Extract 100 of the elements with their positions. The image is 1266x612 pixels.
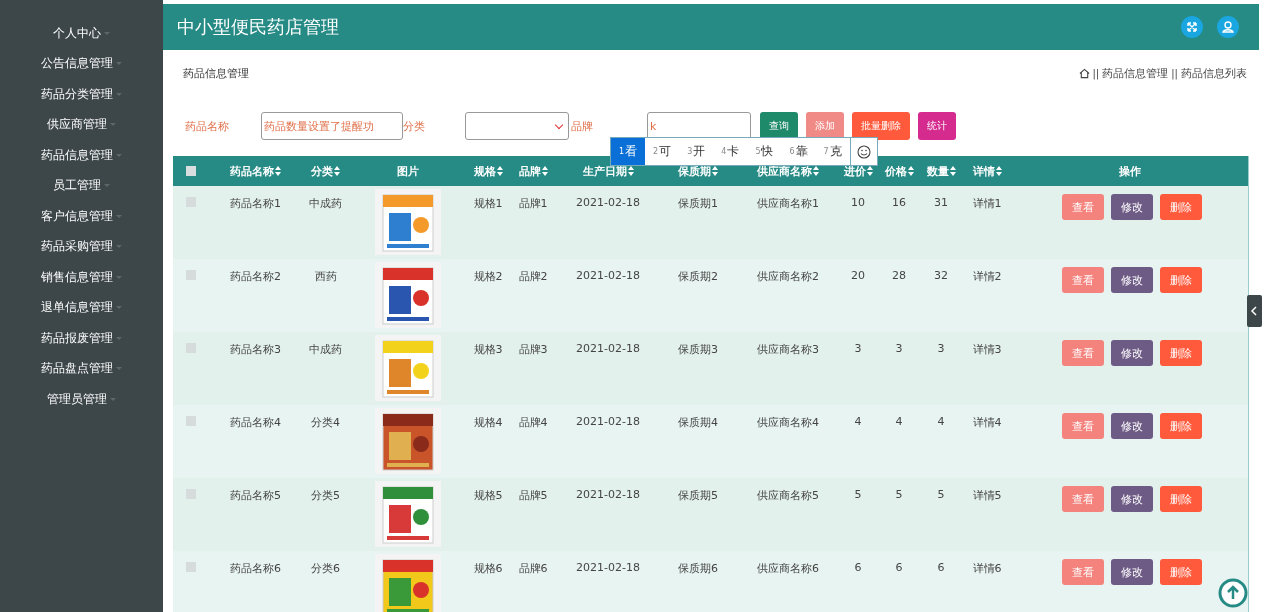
action-button[interactable]: 查看 xyxy=(1062,486,1104,512)
caret-icon xyxy=(116,275,122,279)
action-button[interactable]: 修改 xyxy=(1111,486,1153,512)
sidebar-item[interactable]: 个人中心 xyxy=(53,24,101,42)
caret-icon xyxy=(116,306,122,310)
sort-icon[interactable] xyxy=(907,166,914,176)
sidebar-item[interactable]: 药品分类管理 xyxy=(41,85,113,103)
sidebar-item[interactable]: 药品报废管理 xyxy=(41,329,113,347)
table-cell-text: 分类4 xyxy=(311,415,340,430)
ime-candidate[interactable]: 6 靠 xyxy=(781,138,816,165)
sidebar-item[interactable]: 公告信息管理 xyxy=(41,55,113,73)
table-cell-text: 3 xyxy=(854,341,862,355)
caret-icon xyxy=(116,214,122,218)
action-button[interactable]: 删除 xyxy=(1160,194,1202,220)
sort-icon[interactable] xyxy=(949,166,956,176)
action-button[interactable]: 删除 xyxy=(1160,413,1202,439)
row-checkbox[interactable] xyxy=(185,270,196,280)
column-header[interactable]: 药品名称 xyxy=(230,163,274,179)
caret-icon xyxy=(116,62,122,66)
sidebar-item[interactable]: 管理员管理 xyxy=(47,390,107,408)
action-button[interactable]: 删除 xyxy=(1160,340,1202,366)
input-field[interactable]: k xyxy=(647,112,751,140)
action-button[interactable]: 修改 xyxy=(1111,340,1153,366)
table-cell-text: 规格5 xyxy=(473,488,503,503)
ime-candidate[interactable]: 2可 xyxy=(645,138,680,165)
table-cell-text: 28 xyxy=(892,268,906,282)
ime-candidate[interactable]: 1看 xyxy=(611,138,646,165)
emoji-icon[interactable] xyxy=(856,144,871,159)
toolbar-button[interactable]: 统计 xyxy=(918,112,956,140)
field-label: 品牌 xyxy=(571,118,593,134)
sort-icon[interactable] xyxy=(541,166,548,176)
ime-candidate[interactable]: 5快 xyxy=(747,138,782,165)
sort-icon[interactable] xyxy=(275,166,281,176)
breadcrumb-item[interactable]: 药品信息管理 xyxy=(1102,65,1169,81)
table-cell-text: 分类5 xyxy=(311,488,340,503)
action-button[interactable]: 修改 xyxy=(1111,194,1153,220)
table-cell-text: 4 xyxy=(937,414,945,428)
table-cell-text: 2021-02-18 xyxy=(576,414,640,428)
column-header[interactable]: 规格 xyxy=(473,163,496,179)
table-cell-text: 31 xyxy=(934,195,948,209)
sort-icon[interactable] xyxy=(334,166,340,176)
table-cell-text: 5 xyxy=(895,487,903,501)
collapse-tab-icon[interactable] xyxy=(1247,295,1262,327)
column-header[interactable]: 详情 xyxy=(972,163,995,179)
sort-icon[interactable] xyxy=(866,166,873,176)
sidebar-item[interactable]: 退单信息管理 xyxy=(41,299,113,317)
sidebar-item[interactable]: 药品采购管理 xyxy=(41,238,113,256)
breadcrumb-separator: || xyxy=(1092,67,1100,79)
row-checkbox[interactable] xyxy=(185,562,196,572)
input-field[interactable]: 药品数量设置了提醒功 xyxy=(261,112,403,140)
table-cell-text: 保质期3 xyxy=(678,342,718,357)
column-header[interactable]: 价格 xyxy=(884,163,907,179)
action-button[interactable]: 查看 xyxy=(1062,413,1104,439)
column-header[interactable]: 进价 xyxy=(843,163,866,179)
sidebar-item[interactable]: 药品盘点管理 xyxy=(41,360,113,378)
action-button[interactable]: 查看 xyxy=(1062,340,1104,366)
sort-icon[interactable] xyxy=(995,166,1002,176)
action-button[interactable]: 删除 xyxy=(1160,486,1202,512)
sidebar-item[interactable]: 供应商管理 xyxy=(47,116,107,134)
table-cell-text: 2021-02-18 xyxy=(576,560,640,574)
action-button[interactable]: 查看 xyxy=(1062,559,1104,585)
sidebar-item[interactable]: 客户信息管理 xyxy=(41,207,113,225)
row-checkbox[interactable] xyxy=(185,416,196,426)
action-button[interactable]: 删除 xyxy=(1160,267,1202,293)
column-header[interactable]: 生产日期 xyxy=(582,163,627,179)
column-header[interactable]: 数量 xyxy=(926,163,949,179)
column-header[interactable]: 分类 xyxy=(311,163,333,179)
action-button[interactable]: 删除 xyxy=(1160,559,1202,585)
sidebar-item[interactable]: 员工管理 xyxy=(53,177,101,195)
dropdown-field[interactable] xyxy=(465,112,569,140)
action-button[interactable]: 修改 xyxy=(1111,267,1153,293)
toolbar-button[interactable]: 查询 xyxy=(760,112,798,140)
column-header[interactable]: 品牌 xyxy=(518,163,541,179)
back-to-top-icon[interactable] xyxy=(1218,578,1248,608)
sidebar-item[interactable]: 销售信息管理 xyxy=(41,268,113,286)
table-cell-text: 分类6 xyxy=(311,561,340,576)
toolbar-button[interactable]: 添加 xyxy=(806,112,844,140)
action-button[interactable]: 修改 xyxy=(1111,413,1153,439)
ime-candidate[interactable]: 3开 xyxy=(679,138,714,165)
user-icon[interactable] xyxy=(1217,16,1239,38)
caret-icon xyxy=(104,184,110,188)
action-button[interactable]: 查看 xyxy=(1062,194,1104,220)
ime-candidate[interactable]: 4卡 xyxy=(713,138,748,165)
select-all-checkbox[interactable] xyxy=(185,166,196,176)
sidebar-item[interactable]: 药品信息管理 xyxy=(41,146,113,164)
table-cell-text: 保质期4 xyxy=(678,415,718,430)
ime-candidate[interactable]: 7 克 xyxy=(815,138,850,165)
home-icon[interactable] xyxy=(1078,67,1090,79)
column-header[interactable]: 供应商名称 xyxy=(757,163,812,179)
sort-icon[interactable] xyxy=(712,166,718,176)
table-cell-text: 规格4 xyxy=(473,415,503,430)
table-cell-text: 品牌2 xyxy=(518,269,548,284)
sort-icon[interactable] xyxy=(627,166,634,176)
action-button[interactable]: 修改 xyxy=(1111,559,1153,585)
sort-icon[interactable] xyxy=(496,166,503,176)
action-button[interactable]: 查看 xyxy=(1062,267,1104,293)
fullscreen-icon[interactable] xyxy=(1181,16,1203,38)
column-header[interactable]: 保质期 xyxy=(678,163,711,179)
sort-icon[interactable] xyxy=(813,166,819,176)
toolbar-button[interactable]: 批量删除 xyxy=(852,112,910,140)
